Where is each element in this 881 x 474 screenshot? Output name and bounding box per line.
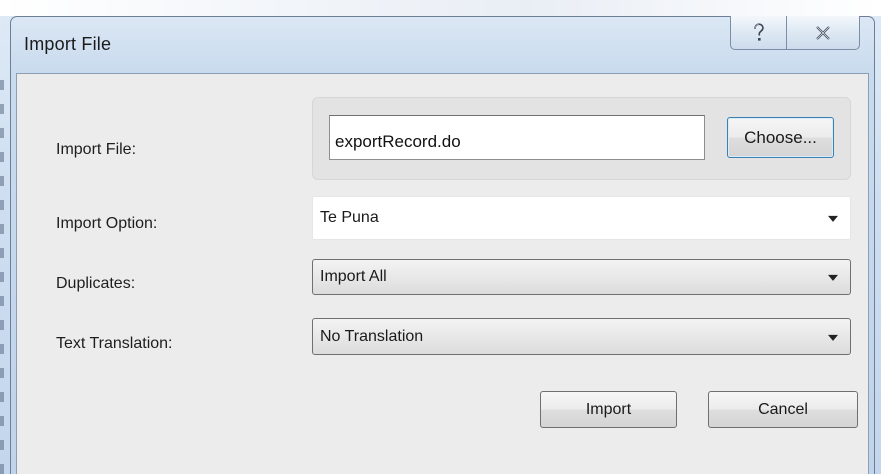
text-translation-value: No Translation (320, 327, 424, 345)
import-option-label: Import Option: (56, 215, 158, 232)
import-button[interactable]: Import (540, 391, 677, 428)
import-file-input[interactable] (329, 115, 705, 160)
duplicates-select[interactable]: Import All (312, 259, 851, 295)
close-x-icon (816, 25, 830, 40)
caption-buttons (730, 16, 862, 52)
cancel-button[interactable]: Cancel (708, 391, 858, 428)
background-window-edge (0, 80, 4, 474)
choose-button[interactable]: Choose... (727, 117, 834, 158)
chevron-down-icon (828, 274, 838, 281)
question-mark-icon (753, 22, 764, 41)
import-option-value: Te Puna (320, 209, 379, 226)
import-file-label: Import File: (56, 141, 137, 158)
help-button[interactable] (730, 16, 787, 50)
window-title: Import File (24, 34, 112, 54)
text-translation-select[interactable]: No Translation (312, 318, 851, 355)
duplicates-value: Import All (320, 268, 387, 285)
chevron-down-icon (828, 334, 838, 341)
close-button[interactable] (787, 16, 860, 50)
import-file-dialog: Import File Import File: Choose... Impor… (0, 0, 881, 474)
duplicates-label: Duplicates: (56, 275, 136, 292)
import-option-select[interactable]: Te Puna (312, 196, 851, 240)
chevron-down-icon (828, 215, 838, 222)
text-translation-label: Text Translation: (56, 335, 173, 352)
desktop-backdrop (0, 0, 881, 16)
